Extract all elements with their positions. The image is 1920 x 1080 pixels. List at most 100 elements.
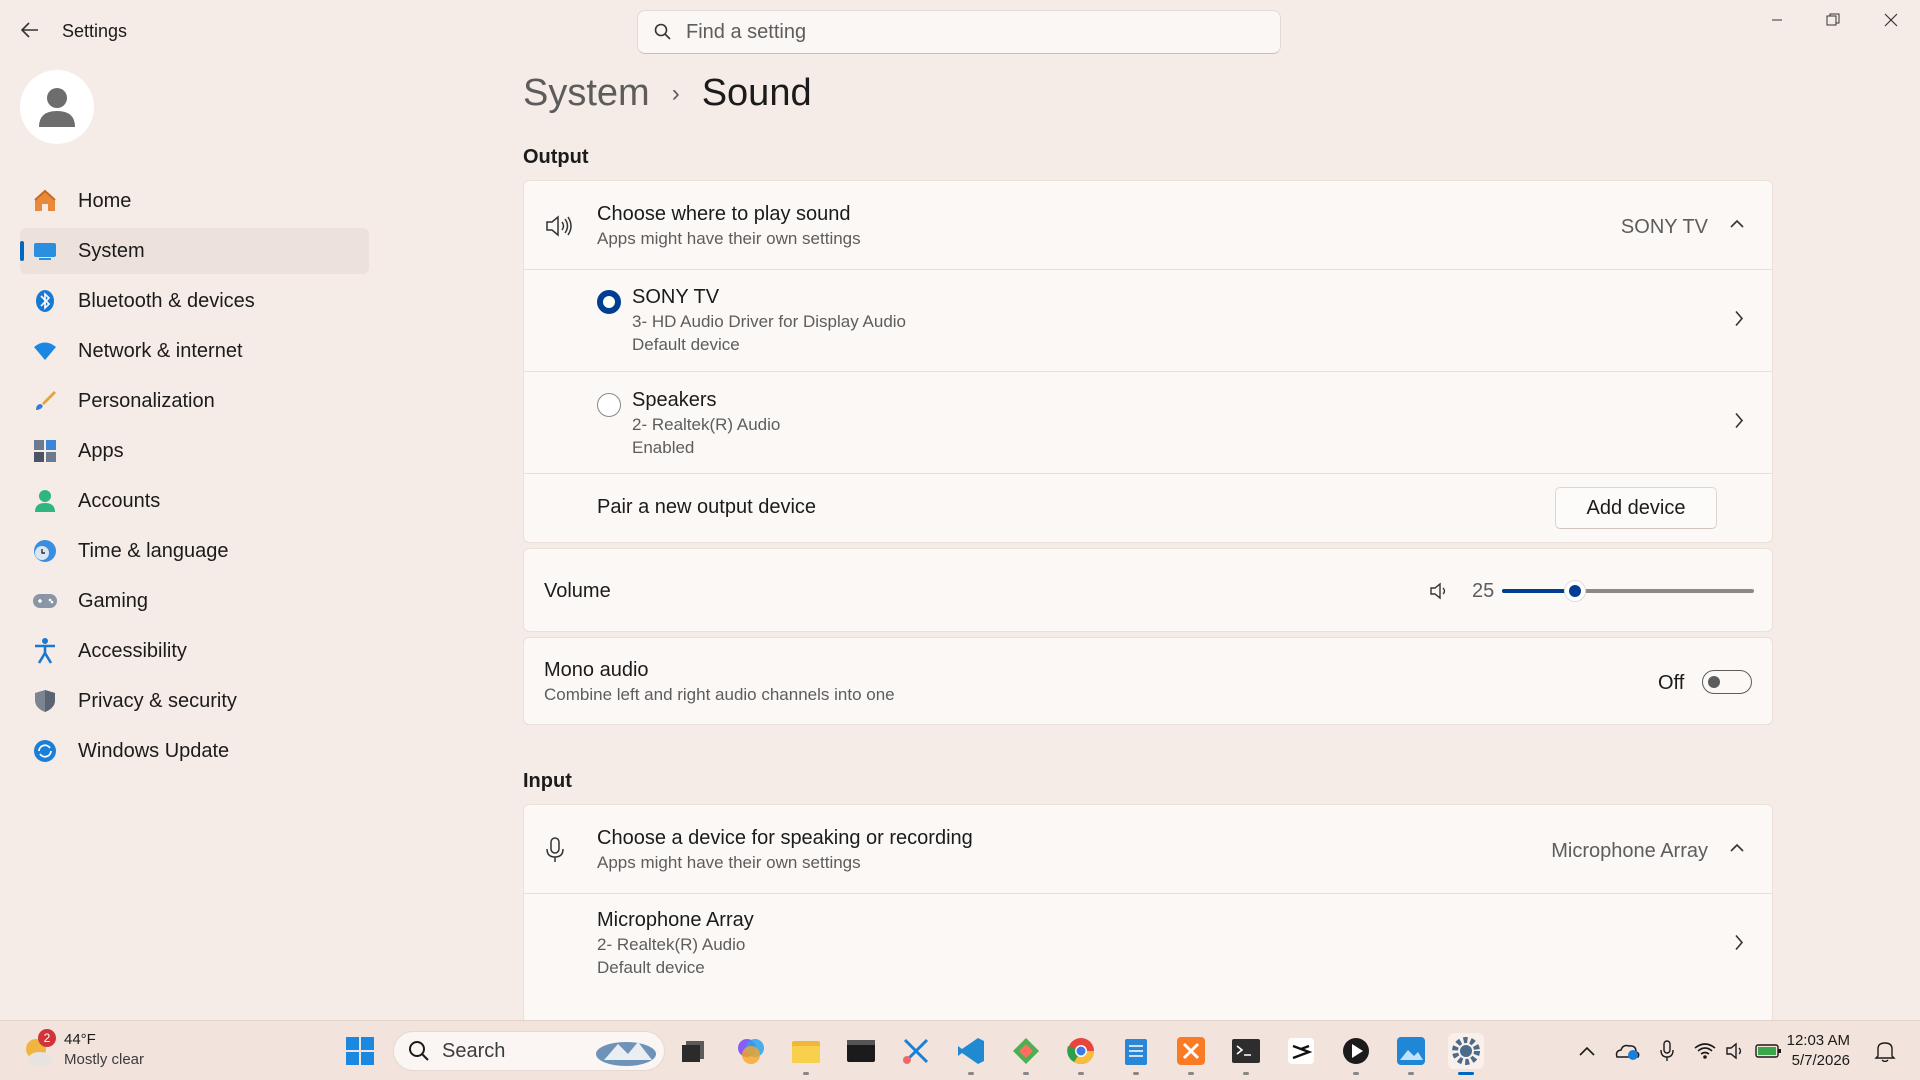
- battery-tray-icon[interactable]: [1752, 1033, 1786, 1069]
- restore-button[interactable]: [1810, 8, 1856, 32]
- chevron-right-icon[interactable]: [1734, 934, 1744, 956]
- brush-icon: [32, 388, 58, 414]
- output-choose-title: Choose where to play sound: [597, 203, 851, 225]
- output-card: Choose where to play sound Apps might ha…: [523, 180, 1773, 543]
- git-app-icon[interactable]: [1008, 1033, 1044, 1075]
- copilot-icon[interactable]: [733, 1033, 769, 1069]
- wifi-icon: [32, 338, 58, 364]
- chevron-right-icon[interactable]: [1734, 412, 1744, 433]
- weather-badge: 2: [38, 1029, 56, 1047]
- vscode-icon[interactable]: [953, 1033, 989, 1075]
- radio-selected[interactable]: [597, 290, 621, 314]
- sidebar-item-apps[interactable]: Apps: [20, 428, 369, 474]
- output-device-selector[interactable]: Choose where to play sound Apps might ha…: [524, 181, 1772, 270]
- sidebar-item-personalization[interactable]: Personalization: [20, 378, 369, 424]
- volume-card: Volume 25: [523, 548, 1773, 632]
- input-selected-device: Microphone Array: [1551, 840, 1708, 862]
- sidebar-item-bluetooth[interactable]: Bluetooth & devices: [20, 278, 369, 324]
- sidebar-item-accounts[interactable]: Accounts: [20, 478, 369, 524]
- microphone-icon: [546, 837, 564, 868]
- restore-icon: [1826, 13, 1840, 26]
- file-explorer-icon[interactable]: [788, 1033, 824, 1075]
- xampp-icon[interactable]: [1173, 1033, 1209, 1075]
- output-selected-device: SONY TV: [1620, 216, 1708, 238]
- back-button[interactable]: [16, 16, 44, 44]
- sidebar-item-label: Apps: [78, 439, 124, 462]
- slider-thumb[interactable]: [1564, 580, 1586, 602]
- sidebar-item-home[interactable]: Home: [20, 178, 369, 224]
- start-button[interactable]: [342, 1033, 378, 1069]
- onedrive-icon[interactable]: [1612, 1033, 1642, 1069]
- sidebar-item-network[interactable]: Network & internet: [20, 328, 369, 374]
- taskbar-search-label: Search: [442, 1039, 506, 1062]
- update-icon: [32, 738, 58, 764]
- input-device-row[interactable]: Microphone Array 2- Realtek(R) Audio Def…: [524, 894, 1772, 996]
- settings-search-input[interactable]: Find a setting: [637, 10, 1281, 54]
- photos-icon[interactable]: [1393, 1033, 1429, 1075]
- output-device-row[interactable]: Speakers 2- Realtek(R) Audio Enabled: [524, 372, 1772, 474]
- notepad-icon[interactable]: [1118, 1033, 1154, 1075]
- sidebar-item-gaming[interactable]: Gaming: [20, 578, 369, 624]
- minimize-button[interactable]: [1754, 8, 1800, 32]
- device-status: Default device: [597, 958, 705, 977]
- sidebar-item-label: Bluetooth & devices: [78, 289, 255, 312]
- microphone-tray-icon[interactable]: [1652, 1033, 1682, 1069]
- device-status: Default device: [632, 335, 740, 354]
- taskbar-clock[interactable]: 12:03 AM 5/7/2026: [1787, 1031, 1850, 1071]
- accounts-icon: [32, 488, 58, 514]
- taskbar-search[interactable]: Search: [393, 1031, 665, 1071]
- volume-label: Volume: [544, 580, 611, 602]
- windows-icon: [346, 1037, 374, 1065]
- sidebar-item-label: Gaming: [78, 589, 149, 612]
- clock-globe-icon: [32, 538, 58, 564]
- chevron-up-icon[interactable]: [1730, 216, 1744, 234]
- sidebar-nav: Home System Bluetooth & devices Network …: [20, 178, 369, 778]
- volume-tray-icon[interactable]: [1720, 1033, 1750, 1069]
- device-name: Speakers: [632, 389, 717, 411]
- user-avatar[interactable]: [20, 70, 94, 144]
- weather-widget[interactable]: 2 44°F Mostly clear: [22, 1029, 202, 1071]
- add-device-button[interactable]: Add device: [1555, 487, 1717, 529]
- chrome-icon[interactable]: [1063, 1033, 1099, 1075]
- settings-app-icon[interactable]: [1448, 1033, 1484, 1075]
- back-arrow-icon: [21, 22, 38, 38]
- speaker-icon: [545, 215, 573, 242]
- output-choose-subtitle: Apps might have their own settings: [597, 229, 861, 248]
- media-player-icon[interactable]: [1338, 1033, 1374, 1075]
- sidebar-item-privacy[interactable]: Privacy & security: [20, 678, 369, 724]
- breadcrumb-parent[interactable]: System: [523, 72, 650, 115]
- chevron-right-icon[interactable]: [1734, 310, 1744, 331]
- terminal-window-icon[interactable]: [843, 1033, 879, 1069]
- sidebar-item-windows-update[interactable]: Windows Update: [20, 728, 369, 774]
- close-icon: [1884, 13, 1898, 27]
- notifications-icon[interactable]: [1870, 1033, 1900, 1069]
- sidebar-item-accessibility[interactable]: Accessibility: [20, 628, 369, 674]
- mono-audio-toggle[interactable]: [1702, 670, 1752, 694]
- app-title: Settings: [62, 21, 128, 41]
- radio-unselected[interactable]: [597, 393, 621, 417]
- search-icon: [654, 23, 671, 40]
- bluetooth-icon: [32, 288, 58, 314]
- volume-slider[interactable]: [1502, 580, 1754, 602]
- snipping-tool-icon[interactable]: [898, 1033, 934, 1069]
- weather-temp: 44°F: [64, 1031, 96, 1048]
- weather-desc: Mostly clear: [64, 1051, 145, 1068]
- sidebar-item-system[interactable]: System: [20, 228, 369, 274]
- person-icon: [39, 88, 75, 127]
- chevron-up-icon[interactable]: [1730, 840, 1744, 858]
- capcut-icon[interactable]: [1283, 1033, 1319, 1069]
- command-prompt-icon[interactable]: [1228, 1033, 1264, 1075]
- pair-device-label: Pair a new output device: [597, 496, 817, 518]
- device-name: Microphone Array: [597, 909, 754, 931]
- input-device-selector[interactable]: Choose a device for speaking or recordin…: [524, 805, 1772, 894]
- sidebar-item-time-language[interactable]: Time & language: [20, 528, 369, 574]
- device-driver: 2- Realtek(R) Audio: [597, 935, 746, 954]
- task-view-icon[interactable]: [676, 1033, 712, 1069]
- page-title: Sound: [701, 72, 812, 114]
- output-section-title: Output: [523, 146, 589, 168]
- output-device-row[interactable]: SONY TV 3- HD Audio Driver for Display A…: [524, 270, 1772, 372]
- chevron-up-icon[interactable]: [1572, 1033, 1602, 1069]
- volume-speaker-icon[interactable]: [1429, 582, 1449, 605]
- wifi-tray-icon[interactable]: [1690, 1033, 1720, 1069]
- close-button[interactable]: [1868, 8, 1914, 32]
